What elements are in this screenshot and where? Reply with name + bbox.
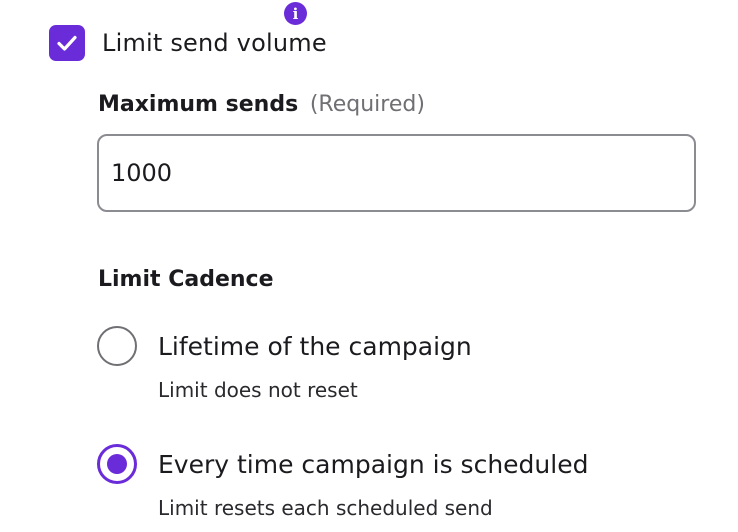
maximum-sends-label-text: Maximum sends xyxy=(98,92,299,117)
limit-send-volume-label: Limit send volume xyxy=(102,29,327,57)
checkmark-icon xyxy=(57,35,77,51)
maximum-sends-input[interactable] xyxy=(97,134,696,212)
radio-button-every-scheduled[interactable] xyxy=(97,444,137,484)
radio-option-description: Limit does not reset xyxy=(158,378,358,402)
limit-cadence-heading: Limit Cadence xyxy=(98,267,274,292)
limit-send-volume-checkbox-row[interactable]: Limit send volume xyxy=(49,25,327,61)
radio-selected-dot xyxy=(107,454,127,474)
info-icon[interactable]: i xyxy=(284,2,307,25)
radio-option-description: Limit resets each scheduled send xyxy=(158,496,493,520)
required-indicator: (Required) xyxy=(309,92,425,117)
radio-option-title: Lifetime of the campaign xyxy=(158,332,472,361)
radio-option-title: Every time campaign is scheduled xyxy=(158,450,589,479)
maximum-sends-label: Maximum sends (Required) xyxy=(98,92,425,117)
send-limit-settings: Limit send volume i Maximum sends (Requi… xyxy=(0,0,738,532)
limit-send-volume-checkbox[interactable] xyxy=(49,25,85,61)
radio-button-lifetime[interactable] xyxy=(97,326,137,366)
